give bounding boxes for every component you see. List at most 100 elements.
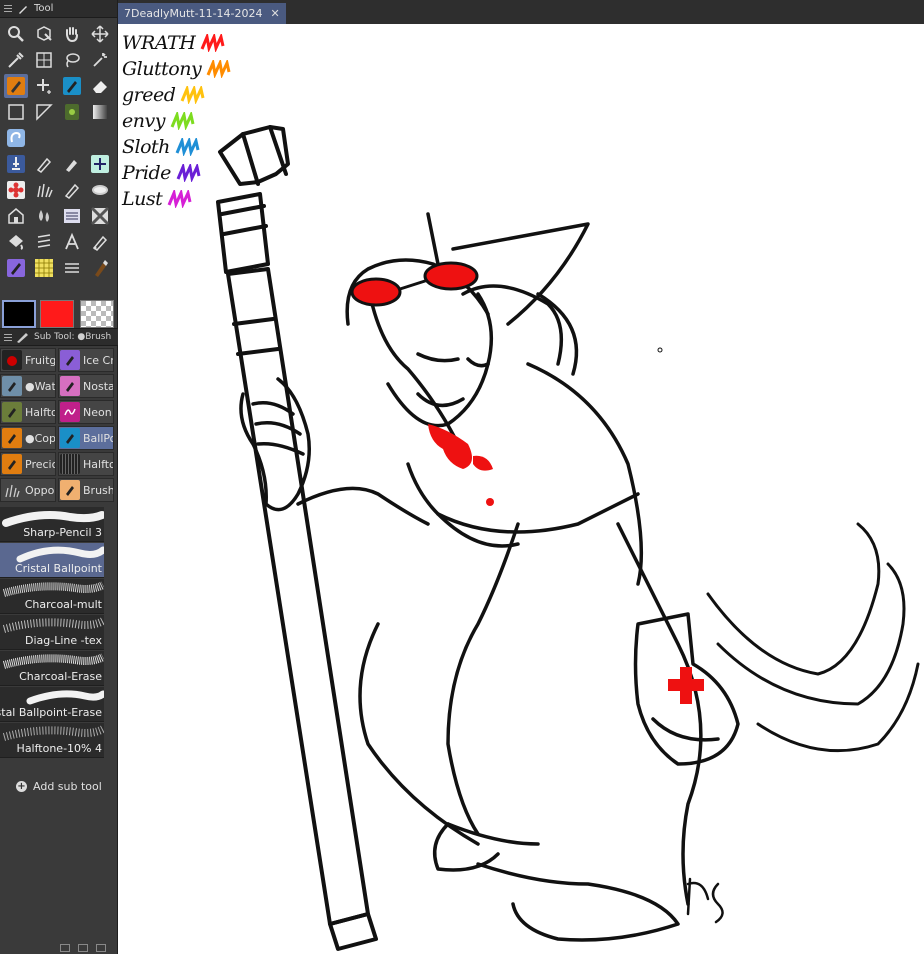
transparent-color-swatch[interactable] [80,300,114,328]
magic-wand-tool-icon[interactable] [88,48,112,72]
copic-pen-icon [2,428,22,448]
settings-icon[interactable] [60,944,70,952]
building-brush-icon[interactable] [4,204,28,228]
move-tool-icon[interactable] [88,22,112,46]
subtool-group-water[interactable]: ●Wat [0,374,56,398]
subtool-group-label: Halfto [83,457,114,471]
left-hand [239,377,311,512]
brush-item-cristal-ballpoint-erase[interactable]: Cristal Ballpoint-Erase [0,687,104,722]
blood-drip [428,424,494,506]
sparkle-brush-icon[interactable] [88,152,112,176]
material-tool-icon[interactable] [60,100,84,124]
subtool-group-grass[interactable]: Oppor [0,478,56,502]
ballpoint-pen-icon [60,428,80,448]
gradient-tool-icon[interactable] [88,100,112,124]
subtool-group-label: Ice Cr [83,353,114,367]
brush-label: Charcoal-mult [24,598,102,611]
brush-item-halftone[interactable]: Halftone-10% 4 [0,723,104,758]
wolf-tail [706,522,920,753]
brush-label: Diag-Line -tex [24,634,102,647]
subtool-group-halftone[interactable]: Halfto [0,400,56,424]
subtool-group-nostalgia[interactable]: Nosta [58,374,114,398]
document-tab[interactable]: 7DeadlyMutt-11-14-2024 ✕ [118,3,286,24]
grass-brush-icon[interactable] [32,178,56,202]
sparkle-tool-icon[interactable] [32,74,56,98]
subtool-group-fruit[interactable]: Fruitgi [0,348,56,372]
pattern-brush-icon[interactable] [88,204,112,228]
ice-cream-pen-icon [60,350,80,370]
ruler-tool-icon[interactable] [32,100,56,124]
ink-pen-icon[interactable] [60,178,84,202]
text-tool-icon[interactable] [60,230,84,254]
fill-tool-icon[interactable] [4,230,28,254]
neon-pen-icon [60,402,80,422]
fountain-pen-icon[interactable] [4,152,28,176]
line-brush-icon[interactable] [60,256,84,280]
close-icon[interactable]: ✕ [271,7,280,20]
brush-label: Cristal Ballpoint-Erase [0,706,102,719]
shape-tool-icon[interactable] [32,230,56,254]
character-sketch [216,125,920,951]
sub-color-swatch[interactable] [40,300,74,328]
subtool-group-halftone-pattern[interactable]: Halfto [58,452,114,476]
artist-signature [686,877,724,924]
subtool-group-brush[interactable]: Brush [58,478,114,502]
lasso-tool-icon[interactable] [60,48,84,72]
blend-tool-icon[interactable] [4,126,28,150]
subtool-group-copic[interactable]: ●Copi [0,426,56,450]
precision-pen-icon [2,454,22,474]
brush-icon [17,333,28,343]
halftone-pen-icon [2,402,22,422]
subtool-group-neon[interactable]: Neon [58,400,114,424]
add-sub-tool-button[interactable]: + Add sub tool [16,780,102,793]
subtool-group-ice-cream[interactable]: Ice Cr [58,348,114,372]
vector-pen-icon[interactable] [88,230,112,254]
tool-panel-title: Tool [34,3,54,14]
main-color-swatch[interactable] [2,300,36,328]
stray-mark [657,347,663,353]
eyedropper-tool-icon[interactable] [4,48,28,72]
marker-pen-icon[interactable] [60,152,84,176]
screentone-tool-icon[interactable] [32,256,56,280]
decoration-tool-icon[interactable] [60,74,84,98]
grass-brush-icon [2,480,22,500]
subtool-group-label: ●Copi [25,431,56,445]
pipe-weapon [216,125,378,951]
brush-item-diag-line[interactable]: Diag-Line -tex [0,615,104,650]
operation-tool-icon[interactable] [32,48,56,72]
water-drop-icon[interactable] [32,204,56,228]
eraser-tool-icon[interactable] [88,74,112,98]
bottle-brush-icon[interactable] [88,256,112,280]
panel-menu-icon[interactable] [4,5,12,12]
brush-label: Charcoal-Erase [19,670,102,683]
subtool-group-label: Fruitgi [25,353,56,367]
texture-brush-icon[interactable] [60,204,84,228]
subtool-group-label: Brush [83,483,114,497]
brush-item-charcoal-erase[interactable]: Charcoal-Erase [0,651,104,686]
subtool-group-label: Halfto [25,405,56,419]
subtool-panel-title: Sub Tool: ●Brush [34,332,112,342]
left-panel: Tool Sub Tool: ●Brush Fruitgi Ice Cr ●Wa… [0,0,118,954]
trash-icon[interactable] [96,944,106,952]
brush-item-cristal-ballpoint[interactable]: Cristal Ballpoint [0,543,104,578]
purple-pen-icon[interactable] [4,256,28,280]
brush-label: Cristal Ballpoint [14,562,102,575]
subtool-menu-icon[interactable] [4,333,12,341]
subtool-group-ballpoint[interactable]: BallPo [58,426,114,450]
frame-tool-icon[interactable] [4,100,28,124]
pencil-icon[interactable] [32,152,56,176]
object-tool-icon[interactable] [32,22,56,46]
cloud-brush-icon[interactable] [88,178,112,202]
fruit-brush-icon [2,350,22,370]
drawing-canvas[interactable]: WRATH Gluttony greed envy Sloth Pride Lu… [118,24,924,954]
hand-tool-icon[interactable] [60,22,84,46]
subtool-group-precision[interactable]: Precio [0,452,56,476]
flower-brush-icon[interactable] [4,178,28,202]
zoom-tool-icon[interactable] [4,22,28,46]
add-sub-tool-label: Add sub tool [33,780,102,793]
pen-tool-icon[interactable] [4,74,28,98]
duplicate-icon[interactable] [78,944,88,952]
pen-icon [19,5,27,14]
brush-item-charcoal-mult[interactable]: Charcoal-mult [0,579,104,614]
brush-item-sharp-pencil[interactable]: Sharp-Pencil 3 [0,507,104,542]
